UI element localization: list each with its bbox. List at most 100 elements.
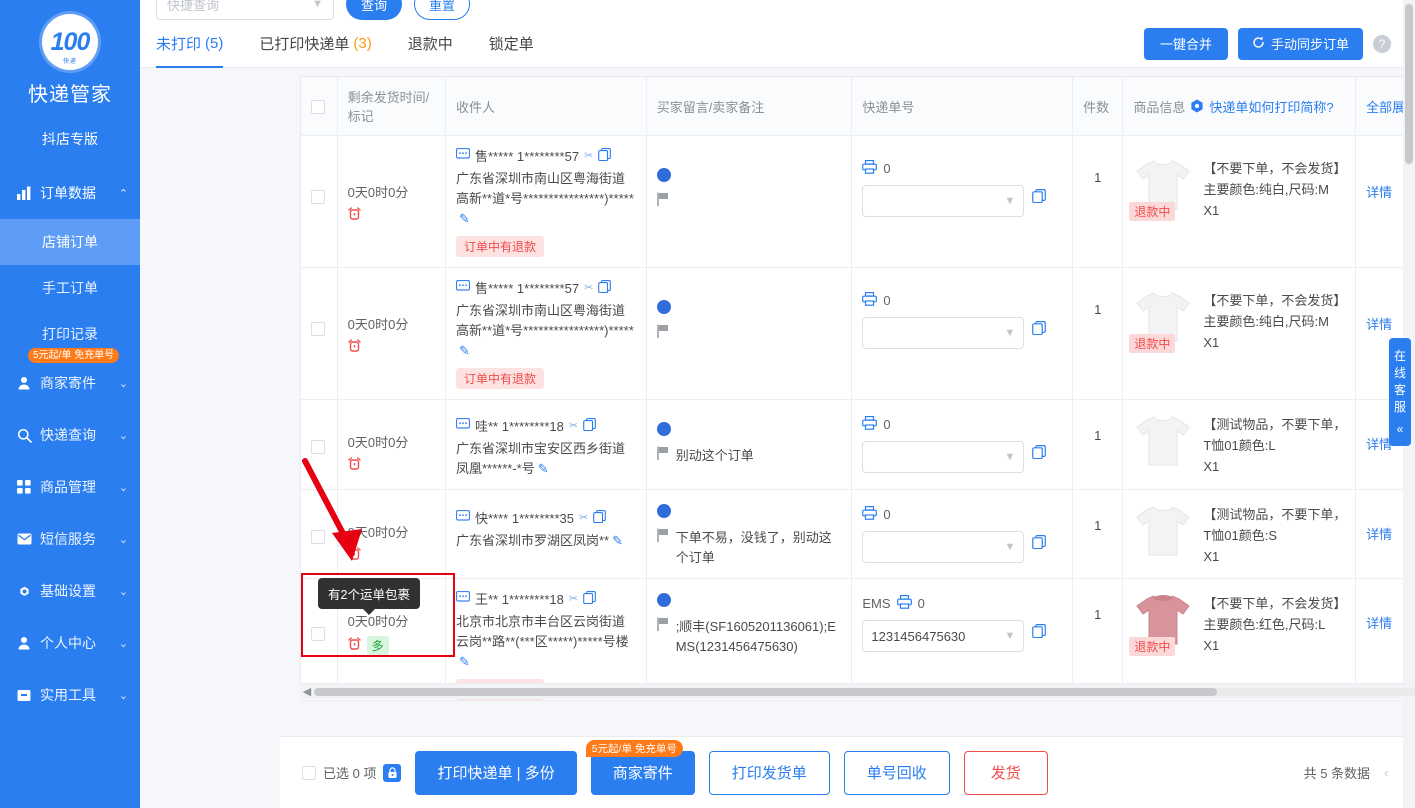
sidebar-item-goods-management[interactable]: 商品管理 ⌄ [0, 461, 140, 513]
row-checkbox[interactable] [311, 321, 325, 336]
copy-icon[interactable] [1032, 320, 1047, 338]
goods-help-link[interactable]: 快递单如何打印简称? [1209, 97, 1333, 116]
eye-hidden-icon[interactable]: ✂ [569, 419, 578, 432]
row-checkbox[interactable] [311, 529, 325, 544]
scrollbar-thumb[interactable] [314, 687, 1218, 696]
express-no-select[interactable]: ▼ [862, 185, 1025, 217]
edit-icon[interactable]: ✎ [459, 211, 470, 226]
row-receiver-cell: 售***** 1********57 ✂ 广东省深圳市南山区粤海街道高新**道*… [445, 267, 647, 400]
alarm-clock-icon [347, 457, 361, 474]
goods-spec: T恤01颜色:S [1203, 528, 1277, 543]
express-carrier: EMS [862, 596, 891, 611]
goods-refund-badge: 退款中 [1129, 637, 1176, 656]
seller-note-row [656, 192, 842, 209]
help-icon[interactable]: ? [1373, 34, 1391, 53]
copy-icon[interactable] [598, 279, 612, 296]
prev-page-button[interactable]: ‹ [1384, 765, 1388, 780]
scrollbar-track[interactable] [314, 687, 1415, 696]
sidebar-item-basic-settings[interactable]: 基础设置 ⌄ [0, 565, 140, 617]
total-count-label: 共 5 条数据 [1303, 766, 1371, 781]
copy-icon[interactable] [1032, 444, 1047, 462]
chevron-up-icon: ⌃ [118, 187, 128, 200]
edit-icon[interactable]: ✎ [459, 343, 470, 358]
query-button[interactable]: 查询 [346, 0, 402, 20]
print-invoice-button[interactable]: 打印发货单 [708, 750, 830, 795]
detail-link[interactable]: 详情 [1366, 185, 1392, 200]
edit-icon[interactable]: ✎ [459, 654, 470, 669]
detail-link[interactable]: 详情 [1366, 616, 1392, 631]
row-checkbox[interactable] [311, 626, 325, 641]
edit-icon[interactable]: ✎ [538, 461, 549, 476]
receiver-address-text: 广东省深圳市南山区粤海街道高新**道*号****************)***… [456, 303, 634, 338]
online-service-tab[interactable]: 在线客服 « [1389, 338, 1411, 446]
select-all-checkbox[interactable] [311, 99, 325, 114]
reset-button[interactable]: 重置 [414, 0, 470, 20]
copy-icon[interactable] [1032, 534, 1047, 552]
recycle-number-button[interactable]: 单号回收 [843, 750, 950, 795]
remaining-time: 0天0时0分 [347, 614, 409, 629]
row-note-cell: 下单不易，没钱了，别动这个订单 [646, 489, 853, 579]
table-body: 0天0时0分 售***** 1********57 ✂ 广东省深圳市南山区粤海街… [301, 135, 1415, 700]
copy-icon[interactable] [1032, 623, 1047, 641]
sidebar-item-store-orders[interactable]: 店铺订单 [0, 219, 140, 265]
tab-unprinted[interactable]: 未打印 (5) [156, 20, 224, 68]
print-count: 0 [883, 417, 891, 432]
quick-query-select[interactable]: 快捷查询 ▼ [156, 0, 334, 20]
tab-label: 已打印快递单 [259, 36, 350, 53]
remaining-time: 0天0时0分 [347, 525, 409, 540]
printer-icon[interactable] [862, 416, 878, 433]
sidebar-item-sms-service[interactable]: 短信服务 ⌄ [0, 513, 140, 565]
copy-icon[interactable] [583, 590, 596, 607]
multi-package-badge[interactable]: 多 [366, 636, 389, 655]
sync-orders-button[interactable]: 手动同步订单 [1237, 27, 1363, 60]
copy-icon[interactable] [598, 147, 612, 164]
row-time-cell: 0天0时0分 [337, 267, 447, 400]
express-top: 0 [862, 416, 1062, 433]
print-express-button[interactable]: 打印快递单 | 多份 [415, 750, 577, 795]
tab-refunding[interactable]: 退款中 [408, 20, 453, 68]
detail-link[interactable]: 详情 [1366, 527, 1392, 542]
eye-hidden-icon[interactable]: ✂ [569, 592, 578, 605]
sidebar-item-merchant-send[interactable]: 5元起/单 免充单号 商家寄件 ⌄ [0, 348, 140, 409]
express-no-select[interactable]: 1231456475630 ▼ [862, 620, 1025, 652]
row-goods-cell: 退款中 【不要下单，不会发货】红色 主要颜色:纯白,尺码:M X1 [1122, 267, 1357, 400]
sidebar-item-manual-orders[interactable]: 手工订单 [0, 265, 140, 311]
printer-icon[interactable] [862, 160, 878, 177]
sidebar-item-personal-center[interactable]: 个人中心 ⌄ [0, 617, 140, 669]
copy-icon[interactable] [1032, 188, 1047, 206]
eye-hidden-icon[interactable]: ✂ [584, 149, 593, 162]
tab-printed-express[interactable]: 已打印快递单 (3) [259, 20, 371, 68]
merchant-send-button[interactable]: 5元起/单 免充单号 商家寄件 [585, 739, 695, 795]
table-horizontal-scrollbar[interactable]: ◀ ▶ [300, 683, 1415, 699]
edit-icon[interactable]: ✎ [612, 533, 623, 548]
lock-icon[interactable] [383, 763, 402, 782]
row-checkbox[interactable] [311, 189, 325, 204]
merge-button[interactable]: 一键合并 [1143, 27, 1228, 60]
copy-icon[interactable] [593, 509, 607, 526]
merchant-send-label: 商家寄件 [612, 765, 673, 782]
eye-hidden-icon[interactable]: ✂ [579, 511, 588, 524]
express-no-select[interactable]: ▼ [862, 317, 1025, 349]
receiver-address: 北京市北京市丰台区云岗街道云岗**路**(***区*****)*****号楼 ✎ [456, 612, 636, 672]
goods-refund-badge: 退款中 [1129, 334, 1176, 353]
sidebar-item-express-query[interactable]: 快递查询 ⌄ [0, 409, 140, 461]
page-scrollbar-thumb[interactable] [1405, 4, 1413, 164]
row-qty-cell: 1 [1072, 135, 1124, 268]
footer-select-all-checkbox[interactable] [302, 765, 316, 780]
sidebar-group-order-data[interactable]: 订单数据 ⌃ [0, 167, 140, 219]
col-header-express: 快递单号 [851, 77, 1074, 136]
tab-locked-orders[interactable]: 锁定单 [489, 20, 534, 68]
scroll-left-arrow[interactable]: ◀ [300, 685, 314, 698]
express-no-select[interactable]: ▼ [862, 441, 1025, 473]
row-select-cell [301, 267, 338, 400]
copy-icon[interactable] [583, 417, 596, 434]
printer-icon[interactable] [862, 292, 878, 309]
ship-button[interactable]: 发货 [963, 750, 1048, 795]
row-checkbox[interactable] [311, 439, 325, 454]
sidebar-item-utility-tools[interactable]: 实用工具 ⌄ [0, 669, 140, 721]
eye-hidden-icon[interactable]: ✂ [584, 281, 593, 294]
express-no-select[interactable]: ▼ [862, 531, 1025, 563]
printer-icon[interactable] [896, 595, 912, 612]
printer-icon[interactable] [862, 506, 878, 523]
detail-link[interactable]: 详情 [1366, 317, 1392, 332]
